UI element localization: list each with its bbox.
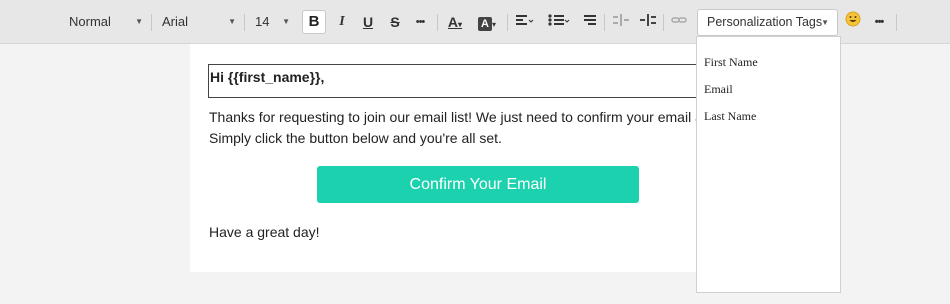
toolbar-divider [437,14,438,31]
more-formatting-button[interactable]: ••• [411,11,429,33]
menu-item-last-name[interactable]: Last Name [697,103,840,130]
body-line-1: Thanks for requesting to join our email … [209,109,749,125]
chevron-down-icon: ▼ [282,17,290,26]
paragraph-format-button[interactable] [581,11,599,33]
paragraph-style-value: Normal [69,14,111,29]
text-color-button[interactable]: A▾ [446,11,464,33]
strikethrough-button[interactable]: S [386,11,404,33]
chevron-down-icon: ▾ [458,20,463,29]
indent-icon [640,14,656,26]
emoji-icon [845,11,861,27]
email-canvas: Hi {{first_name}}, Thanks for requesting… [190,44,750,272]
toolbar-divider [244,14,245,31]
signoff-text[interactable]: Have a great day! [209,224,320,240]
personalization-tags-select[interactable]: Personalization Tags ▼ [697,9,838,36]
chevron-down-icon: ▼ [228,17,236,26]
italic-button[interactable]: I [333,11,351,33]
underline-button[interactable]: U [359,11,377,33]
chevron-down-icon: ▼ [821,18,829,27]
body-text-block[interactable]: Thanks for requesting to join our email … [209,107,769,149]
list-button[interactable] [548,11,570,33]
menu-item-first-name[interactable]: First Name [697,49,840,76]
highlight-color-button[interactable]: A ▾ [478,11,496,33]
highlight-color-label: A [478,17,492,31]
bold-button[interactable]: B [302,10,326,34]
font-size-value: 14 [255,14,270,29]
menu-item-email[interactable]: Email [697,76,840,103]
personalization-tags-label: Personalization Tags [707,15,823,29]
toolbar-divider [507,14,508,31]
link-button[interactable] [670,11,688,33]
emoji-button[interactable] [844,11,862,33]
align-left-icon [516,15,534,25]
link-icon [671,17,687,23]
font-size-select[interactable]: 14 ▼ [255,11,290,33]
font-family-value: Arial [162,14,189,29]
chevron-down-icon: ▼ [135,17,143,26]
align-button[interactable] [516,11,534,33]
toolbar-divider [604,14,605,31]
more-button[interactable]: ••• [870,11,888,33]
toolbar-divider [896,14,897,31]
toolbar-divider [151,14,152,31]
outdent-icon [613,14,629,26]
greeting-text-block[interactable]: Hi {{first_name}}, [208,64,728,98]
indent-button[interactable] [639,11,657,33]
bullet-list-icon [548,14,570,26]
outdent-button[interactable] [612,11,630,33]
chevron-down-icon: ▾ [492,20,497,29]
font-family-select[interactable]: Arial ▼ [162,11,236,33]
paragraph-style-select[interactable]: Normal ▼ [69,11,143,33]
text-color-label: A [447,14,459,30]
paragraph-format-icon [584,15,596,25]
body-line-2: Simply click the button below and you're… [209,130,502,146]
confirm-email-button[interactable]: Confirm Your Email [317,166,639,203]
toolbar-divider [663,14,664,31]
personalization-tags-menu: First Name Email Last Name [696,36,841,293]
